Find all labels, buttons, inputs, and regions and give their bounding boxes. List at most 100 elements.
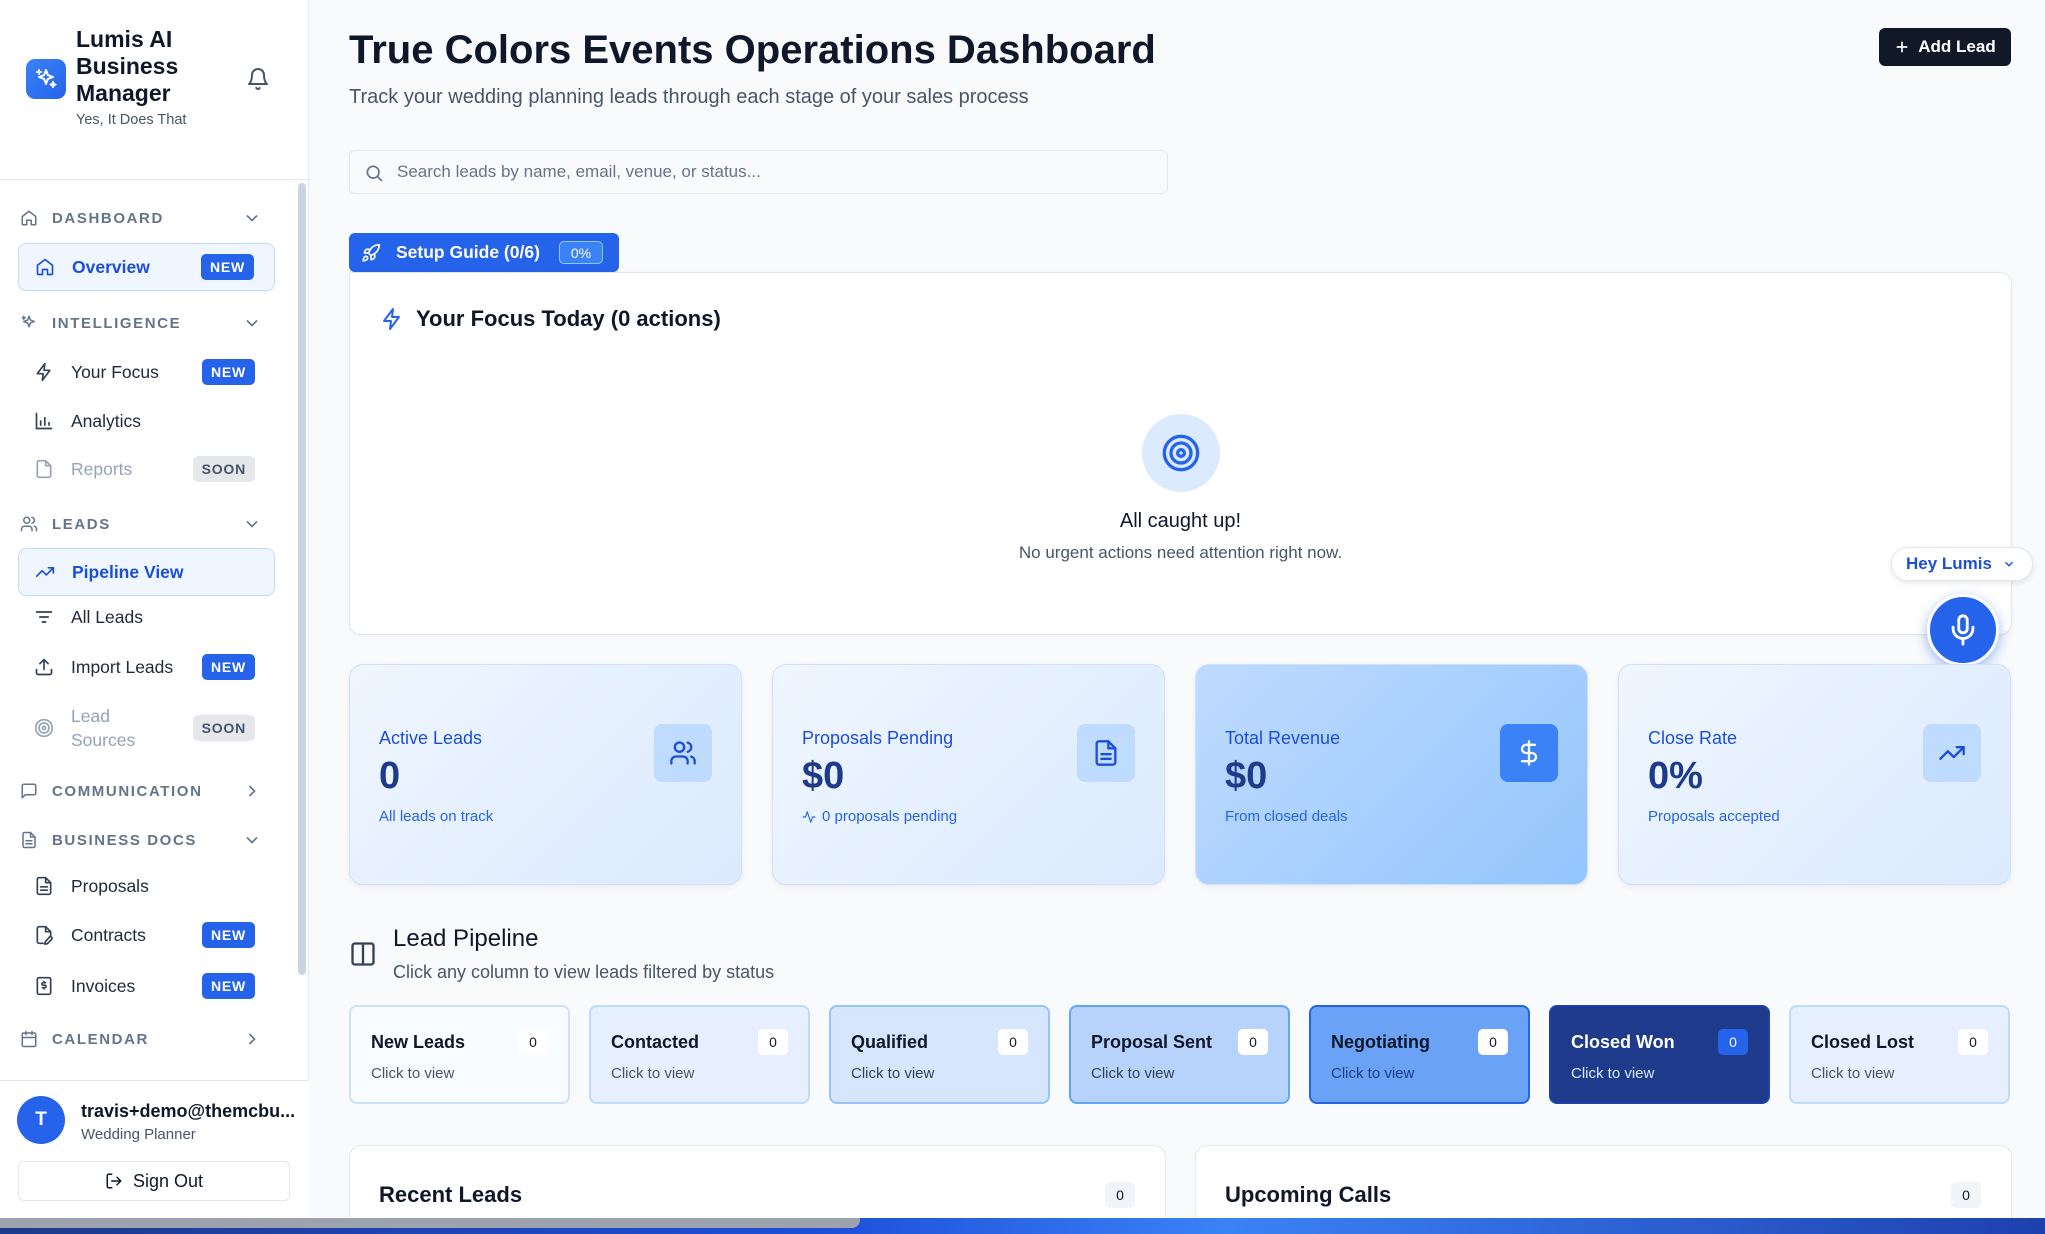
sidebar-item-label: Your Focus [71,361,159,382]
stage-count: 0 [998,1029,1028,1055]
plus-icon [1894,39,1910,55]
sidebar-item-analytics[interactable]: Analytics [18,397,275,445]
recent-leads-card: Recent Leads 0 [349,1145,1166,1225]
new-badge: NEW [200,254,254,280]
section-business-docs[interactable]: BUSINESS DOCS [18,820,274,860]
document-icon [1077,724,1135,782]
sidebar-item-reports[interactable]: Reports SOON [18,445,275,493]
receipt-dollar-icon [34,976,54,996]
file-text-icon [18,829,40,851]
sidebar-item-invoices[interactable]: Invoices NEW [18,962,275,1010]
sidebar-item-your-focus[interactable]: Your Focus NEW [18,348,275,396]
stage-name: Closed Lost [1811,1032,1915,1052]
sidebar-item-label: Lead Sources [71,706,136,750]
message-square-icon [18,780,40,802]
pipeline-stage-negotiating[interactable]: Negotiating Click to view 0 [1309,1005,1530,1104]
page-title: True Colors Events Operations Dashboard [349,28,1156,72]
section-intelligence[interactable]: INTELLIGENCE [18,303,274,343]
stat-subtext: All leads on track [379,808,494,825]
sign-out-button[interactable]: Sign Out [18,1161,290,1201]
pipeline-stage-new-leads[interactable]: New Leads Click to view 0 [349,1005,570,1104]
stat-value: 0 [379,755,401,797]
add-lead-button[interactable]: Add Lead [1879,28,2011,66]
stat-subtext: From closed deals [1225,808,1348,825]
stat-card-proposals-pending[interactable]: Proposals Pending $0 0 proposals pending [772,664,1165,885]
activity-icon [802,810,816,824]
stage-hint: Click to view [851,1065,935,1082]
section-calendar[interactable]: CALENDAR [18,1019,274,1059]
stat-label: Proposals Pending [802,728,954,748]
avatar[interactable]: T [17,1096,65,1144]
pipeline-title: Lead Pipeline [393,925,539,952]
stat-value: 0% [1648,755,1703,797]
stage-count: 0 [1718,1029,1748,1055]
bell-icon[interactable] [244,65,272,93]
stat-card-active-leads[interactable]: Active Leads 0 All leads on track [349,664,742,885]
stage-count: 0 [1958,1029,1988,1055]
chevron-right-icon [242,1029,262,1049]
stage-hint: Click to view [371,1065,455,1082]
new-badge: NEW [201,654,255,680]
voice-mic-button[interactable] [1927,594,1999,666]
sidebar-item-lead-sources[interactable]: Lead Sources SOON [18,700,275,756]
recent-leads-title: Recent Leads [379,1182,523,1207]
trending-up-icon [35,562,55,582]
home-icon [35,257,55,277]
user-email: travis+demo@themcbu... [81,1101,296,1121]
user-role: Wedding Planner [81,1126,196,1143]
section-communication[interactable]: COMMUNICATION [18,771,274,811]
section-label: COMMUNICATION [52,782,203,800]
setup-guide-tab[interactable]: Setup Guide (0/6) 0% [349,233,619,272]
microphone-icon [1946,613,1980,647]
sidebar-item-label: Overview [72,256,150,277]
new-badge: NEW [201,359,255,385]
sidebar-item-proposals[interactable]: Proposals [18,862,275,910]
pipeline-stage-proposal-sent[interactable]: Proposal Sent Click to view 0 [1069,1005,1290,1104]
stage-name: Qualified [851,1032,929,1052]
hey-lumis-label: Hey Lumis [1906,554,1992,573]
stage-name: Proposal Sent [1091,1032,1213,1052]
sidebar-item-all-leads[interactable]: All Leads [18,593,275,641]
section-leads[interactable]: LEADS [18,504,274,544]
stage-hint: Click to view [1571,1065,1655,1082]
pipeline-stage-closed-lost[interactable]: Closed Lost Click to view 0 [1789,1005,2010,1104]
sidebar-item-contracts[interactable]: Contracts NEW [18,911,275,959]
sidebar: Lumis AI Business Manager Yes, It Does T… [0,0,309,1218]
sidebar-item-label: Contracts [71,924,146,945]
sidebar-scrollbar[interactable] [298,183,306,975]
new-badge: NEW [201,922,255,948]
chevron-down-icon [2002,557,2016,571]
target-icon [34,718,54,738]
brand-title: Lumis AI Business Manager [76,26,179,106]
soon-badge: SOON [192,456,255,482]
filter-lines-icon [34,607,54,627]
stage-name: Negotiating [1331,1032,1430,1052]
sign-out-label: Sign Out [132,1170,204,1191]
dollar-icon [1500,724,1558,782]
brand-header: Lumis AI Business Manager Yes, It Does T… [0,0,309,180]
pipeline-stage-contacted[interactable]: Contacted Click to view 0 [589,1005,810,1104]
pipeline-stage-qualified[interactable]: Qualified Click to view 0 [829,1005,1050,1104]
stage-count: 0 [1238,1029,1268,1055]
chevron-right-icon [242,781,262,801]
new-badge: NEW [201,973,255,999]
section-label: CALENDAR [52,1030,149,1048]
focus-title: Your Focus Today (0 actions) [416,306,721,331]
hey-lumis-dropdown[interactable]: Hey Lumis [1891,547,2033,581]
stage-name: Closed Won [1571,1032,1675,1052]
log-out-icon [105,1172,123,1190]
calendar-icon [18,1028,40,1050]
upcoming-calls-count: 0 [1951,1182,1981,1208]
sidebar-item-pipeline-view[interactable]: Pipeline View [18,548,275,596]
columns-icon [349,940,377,968]
stat-card-close-rate[interactable]: Close Rate 0% Proposals accepted [1618,664,2011,885]
sidebar-item-import-leads[interactable]: Import Leads NEW [18,643,275,691]
pipeline-stage-closed-won[interactable]: Closed Won Click to view 0 [1549,1005,1770,1104]
stat-card-total-revenue[interactable]: Total Revenue $0 From closed deals [1195,664,1588,885]
file-signature-icon [34,925,54,945]
sidebar-item-overview[interactable]: Overview NEW [18,243,275,291]
search-input[interactable] [397,151,1157,193]
section-dashboard[interactable]: DASHBOARD [18,198,274,238]
target-icon [1142,414,1220,492]
brand-tagline: Yes, It Does That [76,112,187,128]
